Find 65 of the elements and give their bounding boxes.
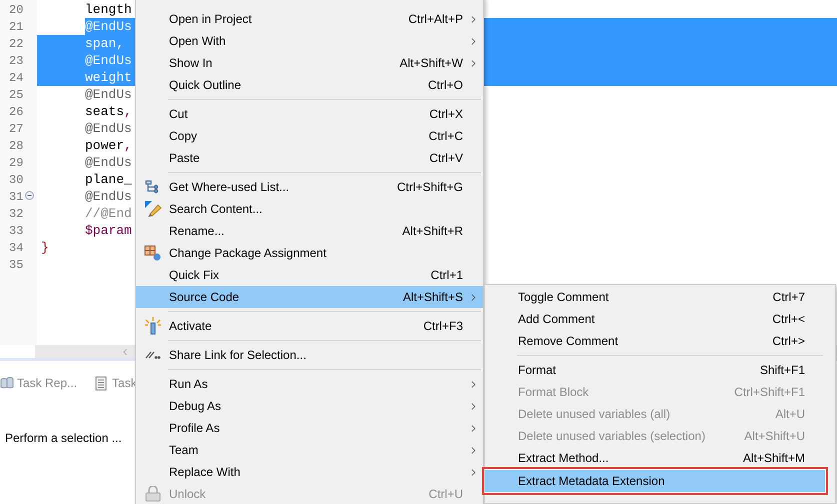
code-text: @EndUs (85, 52, 132, 70)
code-text: length (85, 0, 132, 19)
menu-item[interactable]: Toggle Comment Ctrl+7 (485, 286, 825, 308)
line-number: 22 (9, 36, 24, 52)
menu-item[interactable]: Cut Ctrl+X (136, 103, 483, 125)
line-number: 21 (9, 18, 24, 36)
line-number: 35 (9, 256, 24, 274)
menu-item[interactable]: Change Package Assignment (136, 242, 483, 264)
document-icon (95, 376, 108, 390)
code-text: @EndUs (85, 120, 132, 138)
code-text: @EndUs (85, 86, 132, 104)
link-icon (144, 351, 160, 359)
line-number: 24 (9, 70, 24, 86)
menu-item[interactable]: Activate Ctrl+F3 (136, 315, 483, 337)
line-number: 20 (9, 2, 24, 18)
menu-item[interactable]: Team (136, 439, 483, 461)
menu-item[interactable]: Remove Comment Ctrl+> (485, 330, 825, 352)
menu-item[interactable]: Share Link for Selection... (136, 344, 483, 366)
menu-item[interactable]: Extract Metadata Extension (485, 470, 825, 492)
menu-item[interactable]: Debug As (136, 395, 483, 417)
menu-item[interactable]: Paste Ctrl+V (136, 147, 483, 169)
menu-item[interactable]: Profile As (136, 417, 483, 439)
line-number: 26 (9, 104, 24, 120)
line-number: 27 (9, 120, 24, 138)
menu-item[interactable]: Copy Ctrl+C (136, 125, 483, 147)
menu-item[interactable]: Get Where-used List... Ctrl+Shift+G (136, 176, 483, 198)
code-text: } (41, 238, 49, 257)
menu-item[interactable]: Source Code Alt+Shift+S (136, 286, 483, 308)
line-number: 32 (9, 206, 24, 222)
code-text: @EndUs (85, 154, 132, 172)
menu-item[interactable]: Replace With (136, 461, 483, 483)
code-text: @EndUs (85, 18, 132, 36)
line-number: 30 (9, 172, 24, 188)
pen-icon (144, 200, 162, 218)
spark-icon (144, 317, 160, 335)
code-text: seats, (85, 102, 132, 121)
package-icon (144, 245, 162, 261)
panel-message: Perform a selection ... (5, 431, 122, 445)
menu-item[interactable]: Run As (136, 373, 483, 395)
menu-item[interactable]: Quick Outline Ctrl+O (136, 74, 483, 96)
menu-item[interactable]: Open in Project Ctrl+Alt+P (136, 8, 483, 30)
fold-icon[interactable] (25, 191, 34, 200)
code-text: power, (85, 136, 132, 155)
menu-item[interactable]: Add Comment Ctrl+< (485, 308, 825, 330)
line-number: 23 (9, 52, 24, 70)
line-number: 25 (9, 86, 24, 104)
line-number: 33 (9, 222, 24, 240)
menu-item[interactable]: Quick Fix Ctrl+1 (136, 264, 483, 286)
menu-item[interactable]: Open With (136, 30, 483, 52)
code-text: span, (85, 34, 124, 53)
menu-item[interactable]: Extract Method... Alt+Shift+M (485, 447, 825, 469)
hierarchy-icon (144, 180, 160, 194)
code-text: //@End (85, 204, 132, 223)
line-number: 28 (9, 138, 24, 154)
menu-item[interactable]: Rename... Alt+Shift+R (136, 220, 483, 242)
line-number: 29 (9, 154, 24, 172)
code-text: plane_ (85, 170, 132, 189)
menu-item[interactable]: Search Content... (136, 198, 483, 220)
menu-item[interactable]: Format Shift+F1 (485, 359, 825, 381)
menu-item[interactable]: Show In Alt+Shift+W (136, 52, 483, 74)
line-number: 34 (9, 240, 24, 256)
code-text: weight (85, 68, 132, 87)
code-text: @EndUs (85, 188, 132, 206)
code-text: $param (85, 222, 132, 240)
line-number: 31 (9, 188, 24, 206)
